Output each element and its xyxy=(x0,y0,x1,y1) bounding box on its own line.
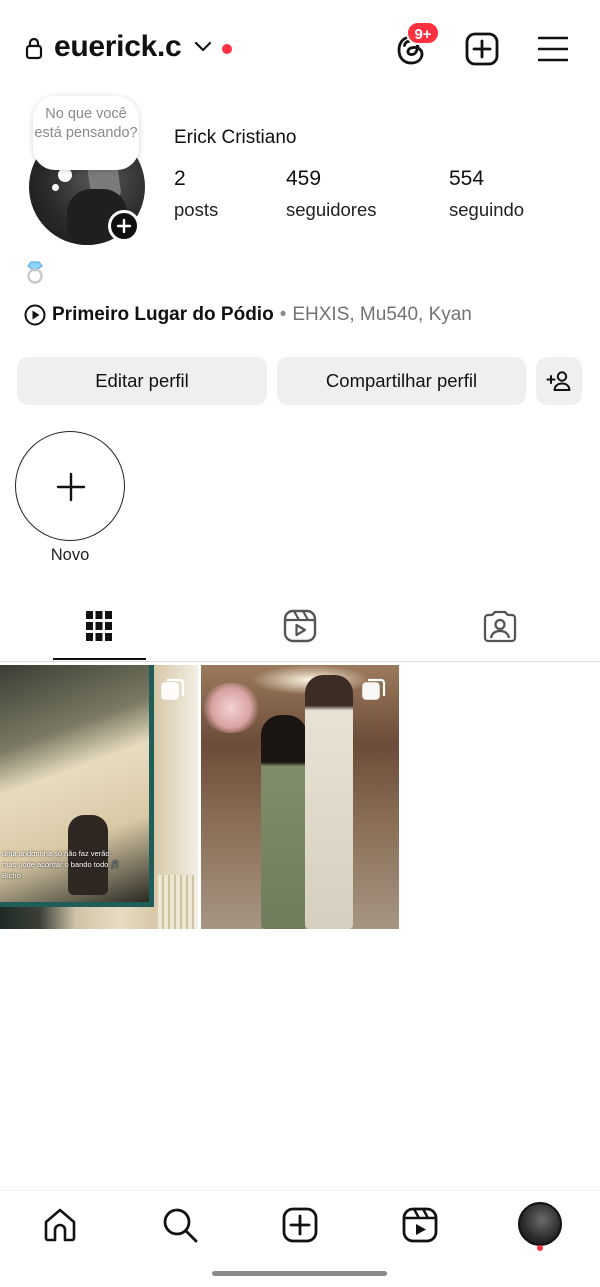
tab-tagged[interactable] xyxy=(400,600,600,662)
home-indicator[interactable] xyxy=(212,1271,387,1276)
chevron-down-icon[interactable] xyxy=(194,40,212,54)
add-person-icon xyxy=(546,371,571,391)
play-circle-icon xyxy=(24,304,46,326)
note-bubble-tail xyxy=(58,168,72,182)
reels-icon[interactable] xyxy=(400,1205,440,1245)
posts-stat[interactable]: 2 posts xyxy=(174,166,218,222)
account-notification-dot xyxy=(222,44,232,54)
new-highlight-label: Novo xyxy=(50,546,90,564)
post-image-flowers xyxy=(201,683,261,733)
note-bubble-tail xyxy=(52,184,59,191)
note-bubble[interactable]: No que você está pensando? xyxy=(33,96,139,170)
profile-music[interactable]: Primeiro Lugar do Pódio • EHXIS, Mu540, … xyxy=(24,303,472,327)
account-username[interactable]: euerick.c xyxy=(54,30,182,64)
profile-tabs xyxy=(0,600,600,662)
post-image-radiator xyxy=(158,875,194,929)
create-icon[interactable] xyxy=(280,1205,320,1245)
post-image-person xyxy=(261,715,307,929)
post-overlay-text: uma andorinha só não faz verão, mas pode… xyxy=(2,848,120,881)
search-icon[interactable] xyxy=(160,1205,200,1245)
tab-posts-grid[interactable] xyxy=(0,600,200,662)
carousel-icon xyxy=(362,678,386,700)
discover-people-button[interactable] xyxy=(536,357,582,405)
plus-icon xyxy=(116,218,132,234)
reels-icon xyxy=(283,609,317,643)
share-profile-button[interactable]: Compartilhar perfil xyxy=(277,357,526,405)
followers-label: seguidores xyxy=(286,199,377,220)
post-thumbnail[interactable] xyxy=(201,665,399,929)
new-post-icon[interactable] xyxy=(465,32,499,66)
bottom-navigation xyxy=(0,1190,600,1287)
post-image-person xyxy=(305,675,353,929)
tagged-icon xyxy=(483,610,517,643)
following-stat[interactable]: 554 seguindo xyxy=(449,166,524,222)
notification-badge: 9+ xyxy=(406,21,440,45)
top-bar: euerick.c 9+ xyxy=(0,0,600,100)
profile-full-name: Erick Cristiano xyxy=(174,127,297,148)
grid-icon xyxy=(86,611,112,641)
posts-count: 2 xyxy=(174,167,186,190)
carousel-icon xyxy=(161,678,185,700)
plus-icon xyxy=(56,472,86,502)
menu-icon[interactable] xyxy=(538,35,568,63)
music-separator: • xyxy=(279,304,287,325)
ring-emoji-icon xyxy=(27,261,43,284)
home-icon[interactable] xyxy=(40,1205,80,1245)
posts-label: posts xyxy=(174,199,219,220)
following-label: seguindo xyxy=(449,199,525,220)
post-overlay-line: uma andorinha só não faz verão, xyxy=(2,849,112,858)
followers-stat[interactable]: 459 seguidores xyxy=(286,166,377,222)
music-artists: EHXIS, Mu540, Kyan xyxy=(292,304,472,325)
post-thumbnail[interactable]: uma andorinha só não faz verão, mas pode… xyxy=(0,665,198,929)
followers-count: 459 xyxy=(286,167,322,190)
post-overlay-line: mas pode acordar o bando todo 🎵 xyxy=(2,860,120,869)
post-overlay-line: Bicho xyxy=(2,871,21,880)
profile-notification-dot xyxy=(537,1245,543,1251)
tab-reels[interactable] xyxy=(200,600,400,662)
add-story-button[interactable] xyxy=(108,210,140,242)
following-count: 554 xyxy=(449,167,485,190)
music-song-title: Primeiro Lugar do Pódio xyxy=(52,304,274,325)
new-highlight-button[interactable] xyxy=(15,431,125,541)
profile-avatar[interactable] xyxy=(518,1202,562,1246)
edit-profile-button[interactable]: Editar perfil xyxy=(17,357,267,405)
lock-icon xyxy=(25,37,43,60)
active-tab-indicator xyxy=(53,658,146,660)
